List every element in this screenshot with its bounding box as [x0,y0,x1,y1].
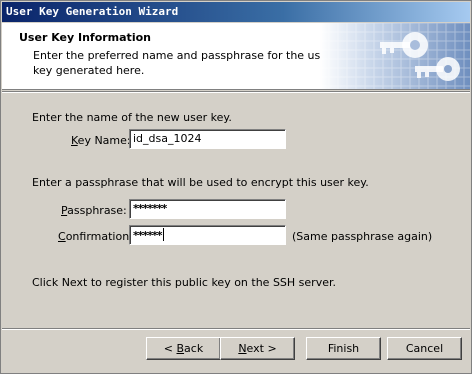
passphrase-label-text: assphrase: [67,204,127,217]
back-button[interactable]: < Back [146,337,221,360]
next-button-text: ext > [246,342,277,355]
keys-icon [320,23,470,89]
next-button[interactable]: Next > [220,337,295,360]
key-name-label-text: ey Name: [77,134,131,147]
passphrase-field[interactable]: ******* [129,199,286,219]
confirmation-value: ****** [133,229,162,242]
wizard-header: User Key Information Enter the preferred… [2,23,470,90]
back-button-prefix: < [163,342,177,355]
header-description-line: key generated here. [33,64,145,77]
key-name-prompt: Enter the name of the new user key. [32,111,232,124]
header-description: Enter the preferred name and passphrase … [33,48,333,78]
header-separator [2,91,470,93]
passphrase-prompt: Enter a passphrase that will be used to … [32,176,369,189]
back-button-text: ack [184,342,204,355]
confirmation-label: Confirmation: [58,230,133,243]
next-button-accel: N [238,342,247,355]
back-button-accel: B [176,342,185,355]
title-bar[interactable]: User Key Generation Wizard [2,2,470,22]
wizard-window: User Key Generation Wizard User Key Info… [0,0,472,374]
footer-separator [2,328,470,330]
register-note: Click Next to register this public key o… [32,276,336,289]
passphrase-label: Passphrase: [61,204,127,217]
window-title: User Key Generation Wizard [6,5,179,18]
confirmation-hint: (Same passphrase again) [292,230,433,243]
key-name-field[interactable]: id_dsa_1024 [129,129,286,149]
confirmation-label-accel: C [58,230,66,243]
header-title: User Key Information [19,31,151,44]
key-name-label: Key Name: [71,134,131,147]
cancel-button[interactable]: Cancel [387,337,462,360]
finish-button[interactable]: Finish [306,337,381,360]
key-name-label-accel: K [71,134,78,147]
header-description-line: Enter the preferred name and passphrase … [33,49,332,62]
confirmation-field[interactable]: ****** [129,225,286,245]
confirmation-label-text: onfirmation: [65,230,133,243]
text-caret [162,228,164,241]
